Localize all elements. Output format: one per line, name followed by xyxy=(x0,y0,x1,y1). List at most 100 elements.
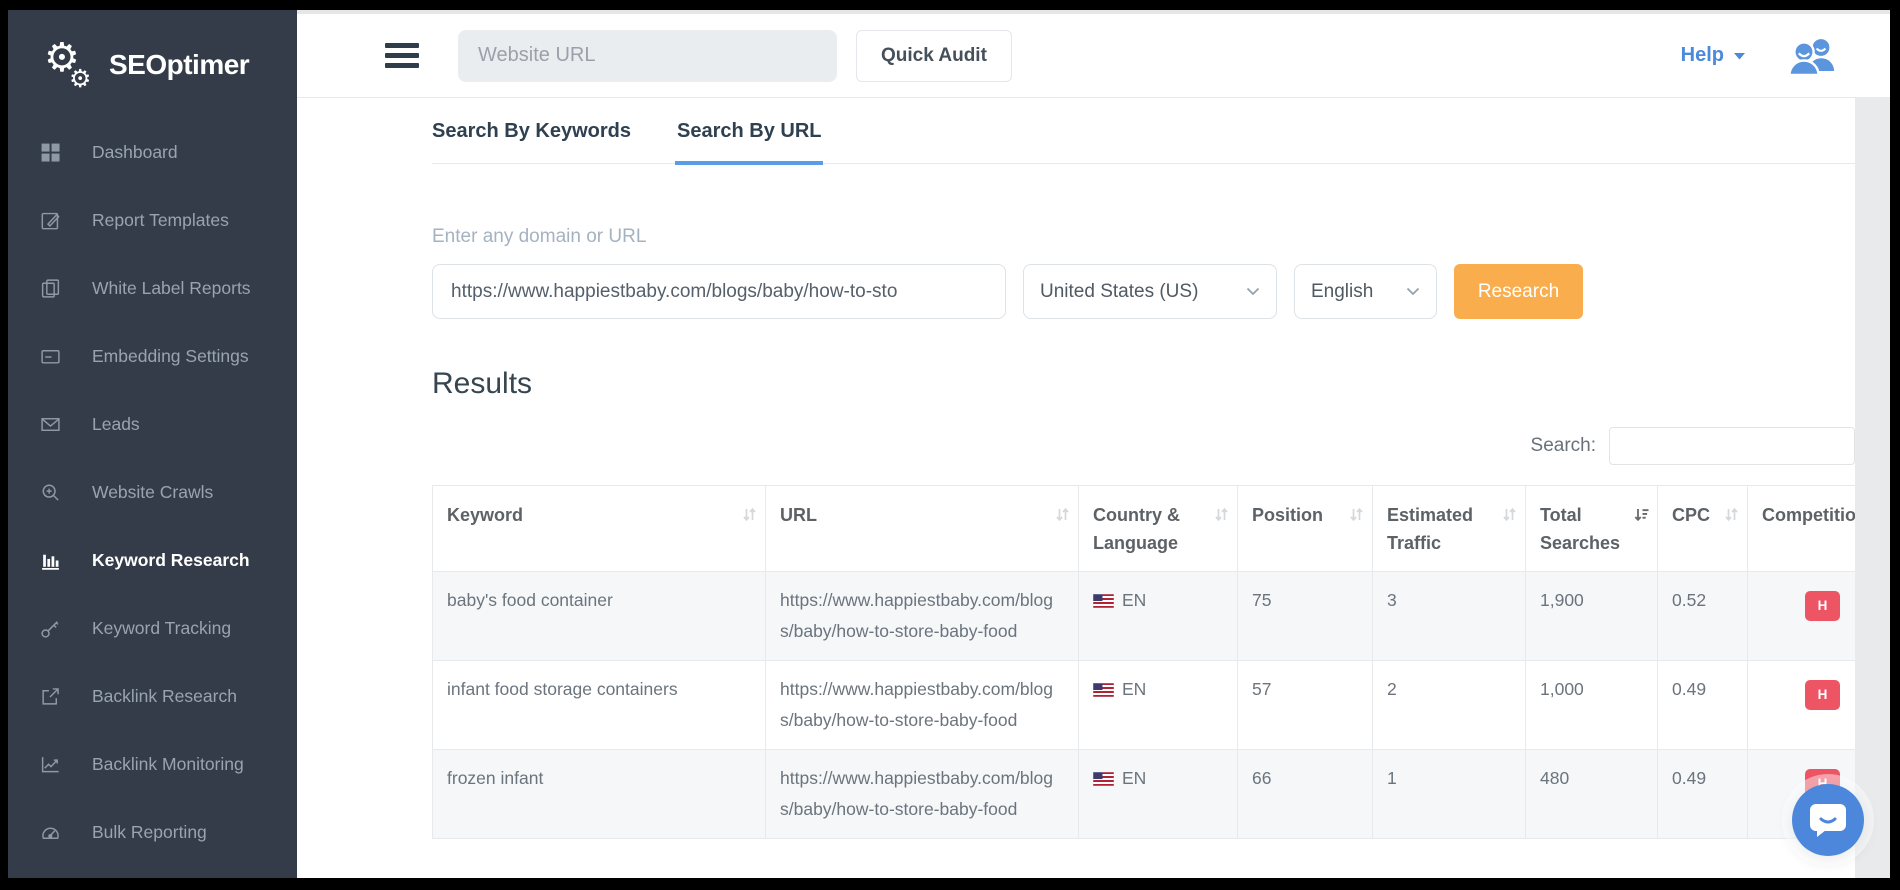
caret-down-icon xyxy=(1733,52,1746,60)
column-header-keyword[interactable]: Keyword xyxy=(433,486,766,572)
sidebar-item-label: Keyword Tracking xyxy=(92,618,231,639)
sidebar-item-backlink-research[interactable]: Backlink Research xyxy=(8,662,297,730)
sidebar-item-embedding-settings[interactable]: Embedding Settings xyxy=(8,322,297,390)
sidebar-item-leads[interactable]: Leads xyxy=(8,390,297,458)
sidebar-item-dashboard[interactable]: Dashboard xyxy=(8,118,297,186)
column-header-estimated-traffic[interactable]: Estimated Traffic xyxy=(1373,486,1526,572)
sidebar-item-label: Keyword Research xyxy=(92,550,250,571)
table-search-row: Search: xyxy=(432,427,1855,465)
envelope-icon xyxy=(40,413,62,435)
sidebar-item-website-crawls[interactable]: Website Crawls xyxy=(8,458,297,526)
cpc-cell: 0.49 xyxy=(1658,661,1748,750)
sidebar-item-label: Bulk Reporting xyxy=(92,822,207,843)
results-table: Keyword URL Country & Language xyxy=(432,485,1855,839)
sidebar-item-label: Website Crawls xyxy=(92,482,213,503)
url-cell: https://www.happiestbaby.com/blogs/baby/… xyxy=(766,661,1079,750)
sort-icon[interactable] xyxy=(1349,503,1364,531)
position-cell: 66 xyxy=(1238,750,1373,839)
account-users-button[interactable] xyxy=(1788,37,1836,75)
keyword-cell: baby's food container xyxy=(433,572,766,661)
chat-launcher-button[interactable] xyxy=(1792,784,1864,856)
table-row: baby's food container https://www.happie… xyxy=(433,572,1856,661)
url-cell: https://www.happiestbaby.com/blogs/baby/… xyxy=(766,750,1079,839)
quick-audit-button[interactable]: Quick Audit xyxy=(856,30,1012,82)
sidebar-item-label: Backlink Monitoring xyxy=(92,754,244,775)
content-row: Search By Keywords Search By URL Enter a… xyxy=(297,98,1890,878)
keyword-cell: frozen infant xyxy=(433,750,766,839)
table-row: frozen infant https://www.happiestbaby.c… xyxy=(433,750,1856,839)
hamburger-menu-icon[interactable] xyxy=(385,38,419,73)
sidebar-item-keyword-research[interactable]: Keyword Research xyxy=(8,526,297,594)
tab-search-by-url[interactable]: Search By URL xyxy=(677,120,822,163)
sort-icon[interactable] xyxy=(1214,503,1229,531)
sort-icon[interactable] xyxy=(1055,503,1070,531)
results-table-wrap: Keyword URL Country & Language xyxy=(432,485,1855,839)
column-header-position[interactable]: Position xyxy=(1238,486,1373,572)
search-tabs: Search By Keywords Search By URL xyxy=(432,98,1855,164)
research-button[interactable]: Research xyxy=(1454,264,1583,319)
country-language-cell: EN xyxy=(1079,572,1238,661)
country-language-cell: EN xyxy=(1079,750,1238,839)
competition-badge: H xyxy=(1805,680,1841,710)
sidebar: ⚙⚙ SEOptimer Dashboard Report Templates xyxy=(8,10,297,878)
column-header-competition[interactable]: Competition xyxy=(1748,486,1856,572)
total-searches-cell: 480 xyxy=(1526,750,1658,839)
country-language-cell: EN xyxy=(1079,661,1238,750)
sidebar-item-label: White Label Reports xyxy=(92,278,251,299)
country-select-value: United States (US) xyxy=(1040,281,1198,303)
help-menu[interactable]: Help xyxy=(1681,44,1746,67)
sort-desc-icon[interactable] xyxy=(1633,503,1649,531)
domain-field-label: Enter any domain or URL xyxy=(432,226,1855,248)
edit-icon xyxy=(40,209,62,231)
results-title: Results xyxy=(432,367,1855,401)
estimated-traffic-cell: 3 xyxy=(1373,572,1526,661)
language-select[interactable]: English xyxy=(1294,264,1437,319)
sidebar-item-white-label-reports[interactable]: White Label Reports xyxy=(8,254,297,322)
column-header-cpc[interactable]: CPC xyxy=(1658,486,1748,572)
seoptimer-logo[interactable]: ⚙⚙ SEOptimer xyxy=(8,10,297,94)
position-cell: 57 xyxy=(1238,661,1373,750)
sidebar-item-label: Dashboard xyxy=(92,142,178,163)
keyword-cell: infant food storage containers xyxy=(433,661,766,750)
search-form: United States (US) English Research xyxy=(432,264,1855,319)
domain-url-input[interactable] xyxy=(432,264,1006,319)
sort-icon[interactable] xyxy=(1502,503,1517,531)
app-window: ⚙⚙ SEOptimer Dashboard Report Templates xyxy=(8,10,1890,878)
sort-icon[interactable] xyxy=(742,503,757,531)
dashboard-icon xyxy=(40,141,62,163)
users-icon xyxy=(1788,37,1836,75)
competition-cell: H xyxy=(1748,572,1856,661)
sidebar-item-bulk-reporting[interactable]: Bulk Reporting xyxy=(8,798,297,866)
sort-icon[interactable] xyxy=(1724,503,1739,531)
chat-bubble-icon xyxy=(1809,803,1847,838)
language-code: EN xyxy=(1122,590,1146,610)
table-search-input[interactable] xyxy=(1609,427,1855,465)
us-flag-icon xyxy=(1093,683,1114,697)
column-header-country-language[interactable]: Country & Language xyxy=(1079,486,1238,572)
key-icon xyxy=(40,617,62,639)
help-label: Help xyxy=(1681,44,1724,67)
sidebar-item-keyword-tracking[interactable]: Keyword Tracking xyxy=(8,594,297,662)
competition-badge: H xyxy=(1805,591,1841,621)
sidebar-item-report-templates[interactable]: Report Templates xyxy=(8,186,297,254)
us-flag-icon xyxy=(1093,772,1114,786)
sidebar-item-label: Backlink Research xyxy=(92,686,237,707)
estimated-traffic-cell: 2 xyxy=(1373,661,1526,750)
sidebar-item-label: Leads xyxy=(92,414,140,435)
website-url-input[interactable] xyxy=(458,30,837,82)
sidebar-item-backlink-monitoring[interactable]: Backlink Monitoring xyxy=(8,730,297,798)
scroll-gutter[interactable] xyxy=(1855,98,1890,878)
competition-cell: H xyxy=(1748,661,1856,750)
sidebar-item-label: Embedding Settings xyxy=(92,346,249,367)
topbar: Quick Audit Help xyxy=(297,14,1890,98)
url-cell: https://www.happiestbaby.com/blogs/baby/… xyxy=(766,572,1079,661)
country-select[interactable]: United States (US) xyxy=(1023,264,1277,319)
gauge-icon xyxy=(40,821,62,843)
table-header-row: Keyword URL Country & Language xyxy=(433,486,1856,572)
column-header-total-searches[interactable]: Total Searches xyxy=(1526,486,1658,572)
chevron-down-icon xyxy=(1406,287,1420,296)
column-header-url[interactable]: URL xyxy=(766,486,1079,572)
tab-search-by-keywords[interactable]: Search By Keywords xyxy=(432,120,631,163)
total-searches-cell: 1,900 xyxy=(1526,572,1658,661)
logo-text: SEOptimer xyxy=(109,49,249,81)
